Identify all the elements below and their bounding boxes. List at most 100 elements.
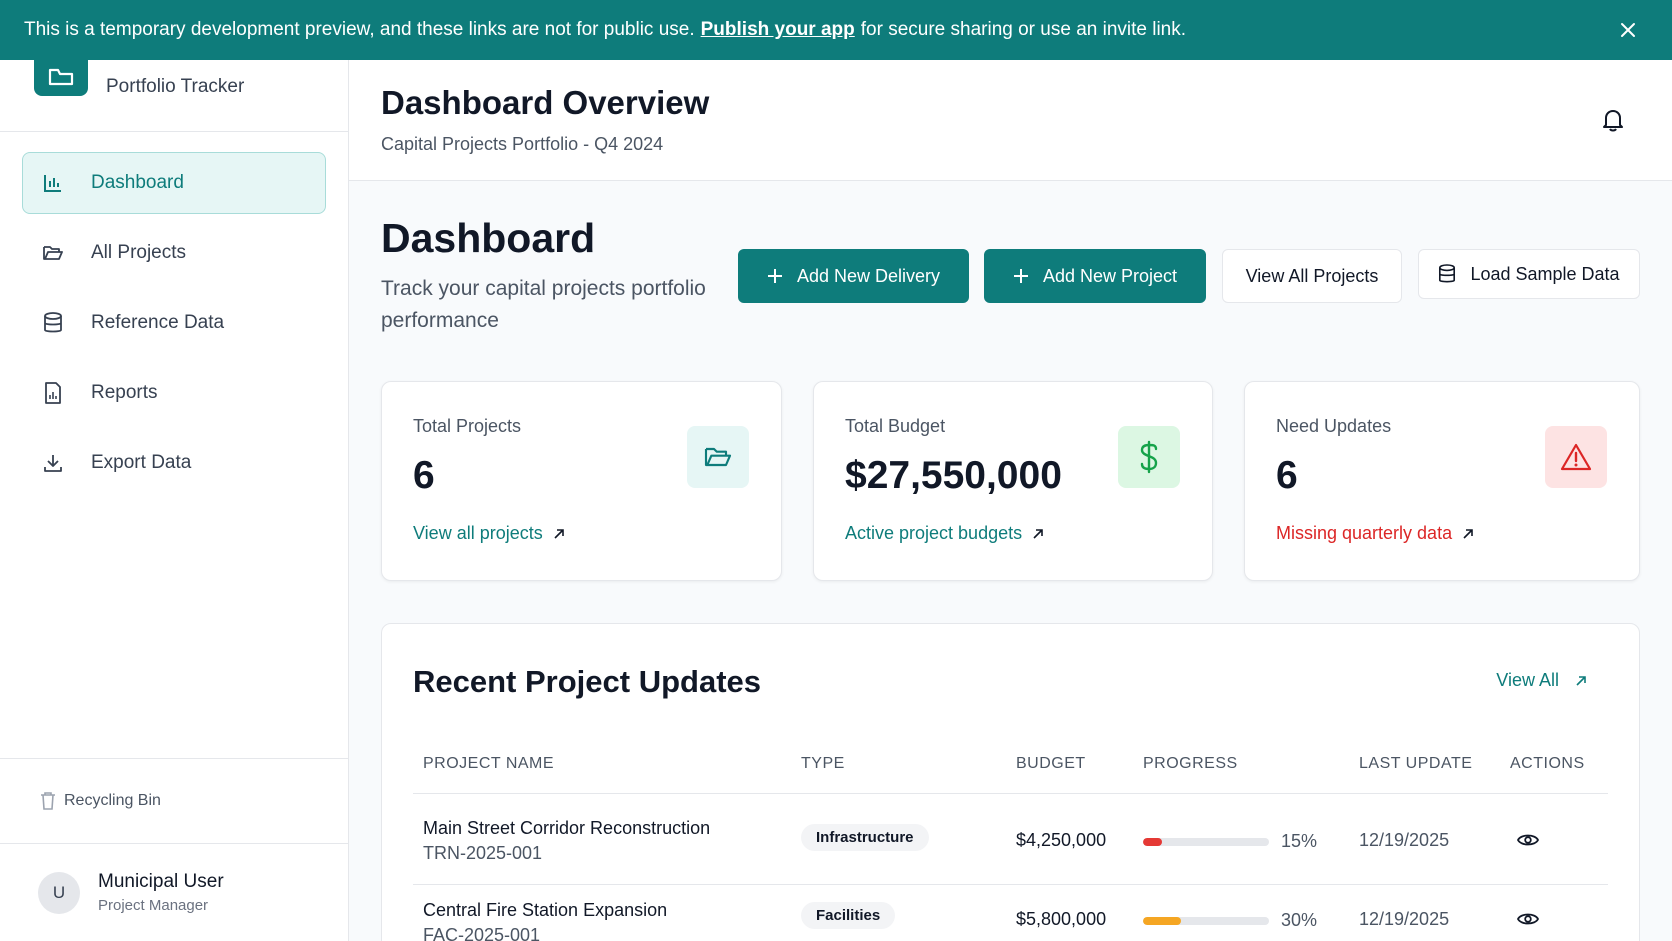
card-label: Need Updates xyxy=(1276,416,1392,436)
bar-chart-icon xyxy=(41,171,65,195)
recycling-bin-link[interactable]: Recycling Bin xyxy=(0,758,349,844)
close-icon[interactable] xyxy=(1614,16,1642,44)
sidebar-item-label: Dashboard xyxy=(91,172,184,193)
sidebar-nav: Dashboard All Projects Reference Data Re… xyxy=(0,132,348,522)
card-value: 6 xyxy=(413,454,435,497)
user-role: Project Manager xyxy=(98,897,209,914)
progress-fill xyxy=(1143,837,1162,846)
bell-icon[interactable] xyxy=(1602,108,1624,137)
link-label: View All xyxy=(1496,670,1559,690)
add-new-project-button[interactable]: Add New Project xyxy=(984,249,1206,303)
card-value: $27,550,000 xyxy=(845,454,1062,497)
user-profile[interactable]: U Municipal User Project Manager xyxy=(0,844,349,941)
recycling-bin-label: Recycling Bin xyxy=(64,792,161,809)
active-project-budgets-link[interactable]: Active project budgets xyxy=(845,523,1044,544)
column-header-progress[interactable]: PROGRESS xyxy=(1143,755,1238,773)
page-header: Dashboard Overview Capital Projects Port… xyxy=(349,60,1672,181)
dollar-icon xyxy=(1118,426,1180,488)
brand: Portfolio Tracker xyxy=(0,58,348,132)
project-budget: $4,250,000 xyxy=(1016,830,1107,850)
column-header-last-update[interactable]: LAST UPDATE xyxy=(1359,755,1472,773)
sidebar-item-label: All Projects xyxy=(91,242,187,263)
button-label: View All Projects xyxy=(1245,265,1379,286)
progress-bar xyxy=(1143,837,1269,846)
database-icon xyxy=(41,311,65,335)
publish-app-link[interactable]: Publish your app xyxy=(701,19,855,41)
plus-icon xyxy=(767,268,783,284)
trash-icon xyxy=(40,792,56,810)
column-header-budget[interactable]: BUDGET xyxy=(1016,755,1086,773)
page-description: Track your capital projects portfolio pe… xyxy=(381,277,706,332)
sidebar-item-label: Export Data xyxy=(91,452,192,473)
header-subtitle: Capital Projects Portfolio - Q4 2024 xyxy=(381,134,664,154)
banner-text: This is a temporary development preview,… xyxy=(24,19,695,40)
total-budget-card: Total Budget $27,550,000 Active project … xyxy=(813,381,1213,581)
sidebar-item-dashboard[interactable]: Dashboard xyxy=(22,152,326,214)
report-icon xyxy=(41,381,65,405)
progress-percent: 15% xyxy=(1281,831,1318,851)
download-icon xyxy=(41,451,65,475)
recent-updates-panel: Recent Project Updates View All PROJECT … xyxy=(381,623,1640,941)
column-header-actions: ACTIONS xyxy=(1510,755,1585,772)
main-content: Dashboard Track your capital projects po… xyxy=(349,181,1672,941)
link-label: Active project budgets xyxy=(845,523,1023,543)
database-icon xyxy=(1438,264,1456,284)
view-all-link[interactable]: View All xyxy=(1496,670,1587,691)
view-eye-icon[interactable] xyxy=(1517,832,1539,848)
project-code: TRN-2025-001 xyxy=(423,843,543,863)
folder-icon xyxy=(687,426,749,488)
column-header-type[interactable]: TYPE xyxy=(801,755,845,773)
view-all-projects-button[interactable]: View All Projects xyxy=(1222,249,1402,303)
add-new-delivery-button[interactable]: Add New Delivery xyxy=(738,249,969,303)
arrow-up-right-icon xyxy=(1032,528,1044,540)
progress-fill xyxy=(1143,916,1181,925)
missing-quarterly-data-link[interactable]: Missing quarterly data xyxy=(1276,523,1474,544)
folder-icon xyxy=(41,241,65,265)
need-updates-card: Need Updates 6 Missing quarterly data xyxy=(1244,381,1640,581)
banner-text-after: for secure sharing or use an invite link… xyxy=(860,19,1187,40)
project-name: Main Street Corridor Reconstruction xyxy=(423,818,711,838)
user-name: Municipal User xyxy=(98,871,224,892)
page-title: Dashboard xyxy=(381,215,596,261)
link-label: View all projects xyxy=(413,523,543,543)
sidebar-item-label: Reference Data xyxy=(91,312,225,333)
brand-name: Portfolio Tracker xyxy=(106,76,245,97)
section-title: Recent Project Updates xyxy=(413,664,761,699)
sidebar-item-all-projects[interactable]: All Projects xyxy=(22,222,326,284)
type-badge: Infrastructure xyxy=(801,824,929,851)
last-update-date: 12/19/2025 xyxy=(1359,830,1450,850)
warning-icon xyxy=(1545,426,1607,488)
card-label: Total Projects xyxy=(413,416,522,436)
table-row[interactable]: Central Fire Station Expansion FAC-2025-… xyxy=(413,885,1608,941)
type-badge: Facilities xyxy=(801,902,896,929)
last-update-date: 12/19/2025 xyxy=(1359,909,1450,929)
sidebar-item-reference-data[interactable]: Reference Data xyxy=(22,292,326,354)
button-label: Load Sample Data xyxy=(1470,263,1620,284)
arrow-up-right-icon xyxy=(1575,675,1587,687)
view-all-projects-link[interactable]: View all projects xyxy=(413,523,565,544)
sidebar-item-label: Reports xyxy=(91,382,158,403)
link-label: Missing quarterly data xyxy=(1276,523,1453,543)
avatar: U xyxy=(38,871,80,914)
header-title: Dashboard Overview xyxy=(381,84,710,121)
progress-indicator: 15% xyxy=(1143,831,1317,852)
project-budget: $5,800,000 xyxy=(1016,909,1107,929)
view-eye-icon[interactable] xyxy=(1517,911,1539,927)
sidebar-item-reports[interactable]: Reports xyxy=(22,362,326,424)
progress-percent: 30% xyxy=(1281,910,1318,930)
card-value: 6 xyxy=(1276,454,1298,497)
sidebar: Portfolio Tracker Dashboard All Projects… xyxy=(0,58,349,941)
project-name: Central Fire Station Expansion xyxy=(423,900,668,920)
folder-logo-icon xyxy=(34,58,88,96)
preview-banner: This is a temporary development preview,… xyxy=(0,0,1672,60)
table-row[interactable]: Main Street Corridor Reconstruction TRN-… xyxy=(413,794,1608,885)
project-code: FAC-2025-001 xyxy=(423,925,541,941)
sidebar-item-export-data[interactable]: Export Data xyxy=(22,432,326,494)
button-label: Add New Delivery xyxy=(796,265,941,286)
load-sample-data-button[interactable]: Load Sample Data xyxy=(1418,249,1640,299)
column-header-project-name[interactable]: PROJECT NAME xyxy=(423,755,554,773)
button-label: Add New Project xyxy=(1042,265,1178,286)
arrow-up-right-icon xyxy=(1462,528,1474,540)
plus-icon xyxy=(1013,268,1029,284)
arrow-up-right-icon xyxy=(553,528,565,540)
